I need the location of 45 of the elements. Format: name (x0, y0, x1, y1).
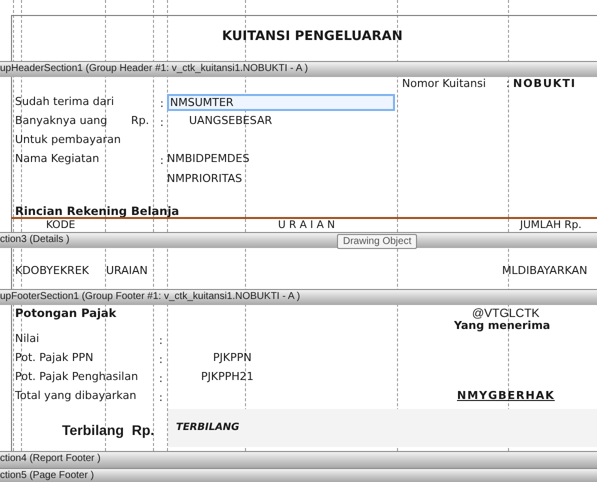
data-field: KDOBYEKREK (15, 264, 89, 278)
colon-label: : (159, 334, 163, 348)
data-field: NMYGBERHAK (457, 389, 555, 403)
field-label: Nilai (15, 332, 40, 346)
section-bar[interactable]: ction5 (Page Footer ) (0, 468, 597, 482)
field-label: Nomor Kuitansi (402, 77, 486, 91)
data-field[interactable]: UANGSEBESAR (189, 114, 272, 128)
field-label: Terbilang Rp. (62, 421, 154, 439)
data-field: PJKPPN (213, 351, 252, 365)
data-field[interactable]: NMSUMTER (167, 94, 395, 111)
colon-label: : (160, 116, 164, 130)
section-heading: Potongan Pajak (15, 306, 116, 320)
column-header: JUMLAH Rp. (520, 219, 582, 231)
field-label: Untuk pembayaran (15, 133, 121, 147)
colon-label: : (159, 353, 163, 367)
data-field: PJKPPH21 (201, 370, 254, 384)
field-label: Pot. Pajak PPN (15, 351, 94, 365)
field-label: Pot. Pajak Penghasilan (15, 370, 138, 384)
data-field: TERBILANG (168, 409, 597, 447)
signature-caption: Yang menerima (454, 319, 550, 333)
data-field: URAIAN (106, 264, 148, 278)
colon-label: : (160, 154, 164, 168)
data-field: MLDIBAYARKAN (502, 264, 588, 278)
data-field: NOBUKTI (513, 77, 576, 91)
column-header: KODE (46, 219, 76, 231)
report-title: KUITANSI PENGELUARAN (222, 29, 403, 45)
colon-label: : (159, 372, 163, 386)
data-field[interactable]: NMPRIORITAS (167, 172, 242, 186)
data-field[interactable]: NMBIDPEMDES (167, 152, 250, 166)
tooltip: Drawing Object (337, 234, 418, 249)
section-heading: Rincian Rekening Belanja (15, 204, 180, 218)
section-bar[interactable]: ction4 (Report Footer ) (0, 451, 597, 468)
colon-label: : (159, 391, 163, 405)
colon-label: : (506, 77, 510, 91)
field-label: Total yang dibayarkan (15, 389, 136, 403)
colon-label: : (160, 97, 164, 111)
section-bar[interactable]: ction3 (Details ) Drawing Object (0, 232, 597, 248)
data-field: @VTGLCTK (472, 306, 540, 320)
column-header: U R A I A N (278, 219, 335, 231)
field-label: Banyaknya uang (15, 114, 108, 128)
section-bar[interactable]: upFooterSection1 (Group Footer #1: v_ctk_kuitansi1.NOBUKTI - A ) (0, 289, 597, 305)
currency-label: Rp. (131, 114, 150, 128)
section-bar[interactable]: upHeaderSection1 (Group Header #1: v_ctk_kuitansi1.NOBUKTI - A ) (0, 61, 597, 77)
field-label: Sudah terima dari (15, 95, 114, 109)
field-label: Nama Kegiatan (15, 152, 100, 166)
